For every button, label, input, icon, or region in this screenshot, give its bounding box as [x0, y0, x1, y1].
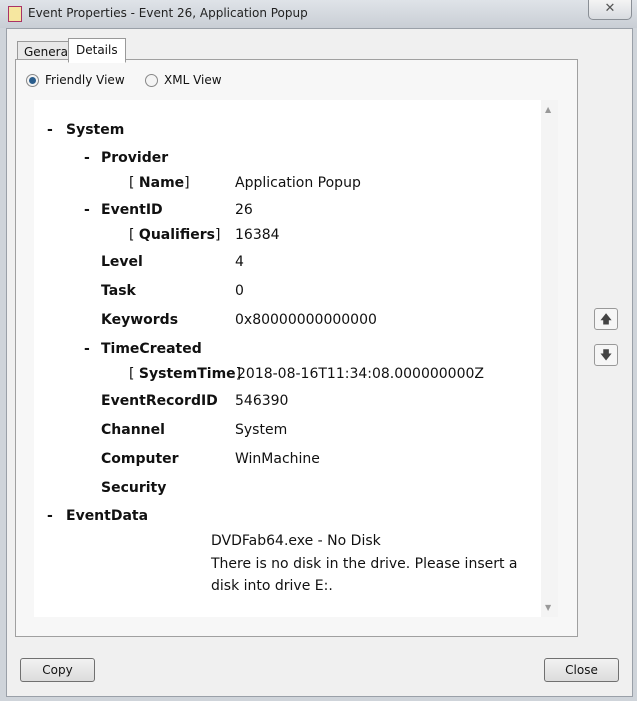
title-bar: Event Properties - Event 26, Application…	[0, 0, 637, 28]
event-properties-icon	[8, 6, 22, 22]
scroll-up-icon[interactable]: ▲	[545, 105, 551, 114]
node-computer: Computer	[101, 451, 179, 467]
radio-unselected-icon	[145, 73, 158, 87]
node-eventrecordid: EventRecordID	[101, 393, 218, 409]
attr-systemtime: [ SystemTime]	[129, 366, 242, 382]
value-systemtime: 2018-08-16T11:34:08.000000000Z	[237, 366, 484, 382]
attr-name: [ Name]	[129, 175, 190, 191]
value-level: 4	[235, 254, 244, 270]
close-button[interactable]: Close	[544, 658, 619, 682]
value-computer: WinMachine	[235, 451, 320, 467]
node-eventdata: EventData	[66, 508, 149, 524]
node-timecreated: TimeCreated	[101, 341, 202, 357]
value-qualifiers: 16384	[235, 227, 280, 243]
collapse-provider[interactable]: -	[84, 150, 90, 166]
eventdata-line: disk into drive E:.	[211, 578, 333, 594]
radio-selected-icon	[26, 73, 39, 87]
xml-view-radio[interactable]: XML View	[145, 73, 222, 87]
collapse-timecreated[interactable]: -	[84, 341, 90, 357]
window-title: Event Properties - Event 26, Application…	[28, 6, 308, 20]
node-provider: Provider	[101, 150, 169, 166]
value-eventrecordid: 546390	[235, 393, 289, 409]
next-event-button[interactable]: 🡇	[594, 344, 618, 366]
friendly-view-radio[interactable]: Friendly View	[26, 73, 125, 87]
scroll-down-icon[interactable]: ▼	[545, 603, 551, 612]
node-eventid: EventID	[101, 202, 163, 218]
copy-button[interactable]: Copy	[20, 658, 95, 682]
node-channel: Channel	[101, 422, 165, 438]
node-task: Task	[101, 283, 136, 299]
value-task: 0	[235, 283, 244, 299]
collapse-eventid[interactable]: -	[84, 202, 90, 218]
node-level: Level	[101, 254, 143, 270]
value-name: Application Popup	[235, 175, 361, 191]
node-security: Security	[101, 480, 167, 496]
value-keywords: 0x80000000000000	[235, 312, 377, 328]
previous-event-button[interactable]: 🡅	[594, 308, 618, 330]
eventdata-line: DVDFab64.exe - No Disk	[211, 533, 381, 549]
value-channel: System	[235, 422, 288, 438]
attr-qualifiers: [ Qualifiers]	[129, 227, 221, 243]
collapse-eventdata[interactable]: -	[47, 508, 53, 524]
value-eventid: 26	[235, 202, 253, 218]
vertical-scrollbar[interactable]: ▲ ▼	[541, 100, 558, 617]
friendly-view-label: Friendly View	[45, 73, 125, 87]
eventdata-line: There is no disk in the drive. Please in…	[211, 556, 518, 572]
node-system: System	[66, 122, 125, 138]
tab-details[interactable]: Details	[68, 38, 126, 63]
node-keywords: Keywords	[101, 312, 179, 328]
window-close-button[interactable]: ✕	[588, 0, 632, 20]
xml-view-label: XML View	[164, 73, 222, 87]
collapse-system[interactable]: -	[47, 122, 53, 138]
